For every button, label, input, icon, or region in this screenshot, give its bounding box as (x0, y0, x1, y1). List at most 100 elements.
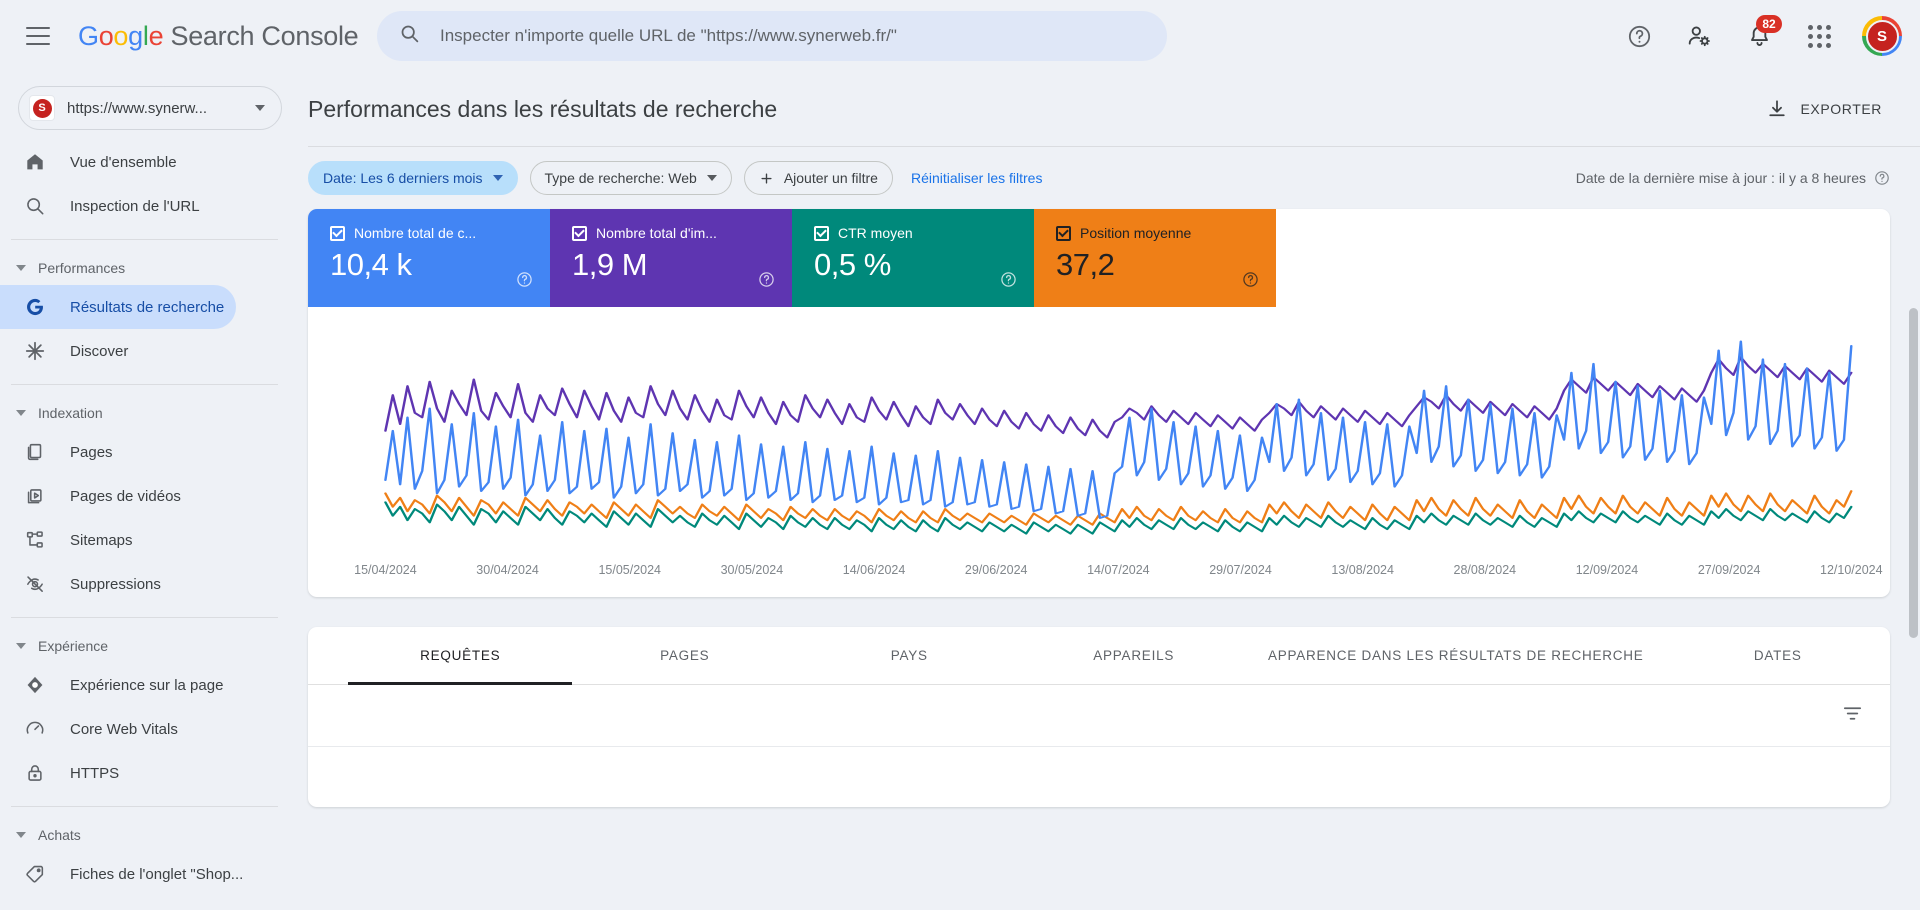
sidebar-item-pages[interactable]: Pages (0, 430, 236, 474)
sidebar-item-label: Pages de vidéos (70, 487, 181, 505)
metric-card-ctr-moyen[interactable]: CTR moyen 0,5 % (792, 209, 1034, 307)
url-inspection-search[interactable]: Inspecter n'importe quelle URL de "https… (377, 11, 1167, 61)
dimension-tabs-card: REQUÊTES PAGES PAYS APPAREILS APPARENCE DANS… (308, 627, 1890, 807)
metric-label-row: Position moyenne (1056, 225, 1258, 241)
search-type-filter-chip[interactable]: Type de recherche: Web (529, 161, 732, 195)
page-header: Performances dans les résultats de reche… (300, 72, 1920, 146)
sidebar-item-sitemaps[interactable]: Sitemaps (0, 518, 236, 562)
apps-grid-icon[interactable] (1802, 19, 1836, 53)
app-brand: Google Search Console (78, 20, 359, 52)
property-favicon-icon: S (29, 95, 55, 121)
sidebar-item-label: Discover (70, 342, 129, 360)
sidebar-item-label: Sitemaps (70, 531, 133, 549)
chevron-down-icon (706, 175, 717, 181)
checkbox-checked-icon[interactable] (330, 225, 345, 241)
sidebar-item-discover[interactable]: Discover (0, 329, 236, 373)
video-pages-icon (22, 485, 48, 507)
metric-value: 0,5 % (814, 247, 891, 282)
help-icon[interactable] (1622, 19, 1656, 53)
help-icon[interactable] (758, 271, 775, 293)
sidebar-item-inspection-de-l-url[interactable]: Inspection de l'URL (0, 184, 236, 228)
tab-appareils[interactable]: APPAREILS (1021, 627, 1245, 685)
discover-star-icon (22, 340, 48, 362)
metric-label-row: Nombre total de c... (330, 225, 532, 241)
metric-label: CTR moyen (838, 225, 913, 241)
scrollbar-thumb[interactable] (1909, 308, 1918, 638)
metric-card-position-moyenne[interactable]: Position moyenne 37,2 (1034, 209, 1276, 307)
sidebar-divider (11, 239, 278, 240)
chevron-down-icon (16, 265, 26, 271)
tab-label: PAYS (890, 648, 928, 663)
sidebar-group-exp-rience[interactable]: Expérience (0, 629, 300, 663)
property-url-label: https://www.synerw... (67, 99, 208, 117)
add-filter-chip[interactable]: Ajouter un filtre (743, 161, 893, 195)
account-settings-icon[interactable] (1682, 19, 1716, 53)
sidebar-nav: Vue d'ensemble Inspection de l'URL Perform… (0, 140, 300, 896)
x-axis-tick-label: 30/04/2024 (476, 563, 539, 577)
tab-dates[interactable]: DATES (1666, 627, 1890, 685)
sidebar-item-vue-d-ensemble[interactable]: Vue d'ensemble (0, 140, 236, 184)
metric-label: Nombre total de c... (354, 225, 477, 241)
sidebar-item-exp-rience-sur-la-page[interactable]: Expérience sur la page (0, 663, 236, 707)
speedometer-icon (22, 718, 48, 740)
eye-off-icon (22, 573, 48, 595)
help-icon (1875, 171, 1889, 185)
export-button-label: EXPORTER (1800, 101, 1882, 117)
main-scrollbar[interactable] (1909, 308, 1918, 910)
filter-bar: Date: Les 6 derniers mois Type de recher… (300, 147, 1920, 209)
date-filter-label: Date: Les 6 derniers mois (323, 170, 483, 186)
metric-label-row: CTR moyen (814, 225, 1016, 241)
google-logo: Google (78, 20, 164, 51)
sidebar-group-performances[interactable]: Performances (0, 251, 300, 285)
checkbox-checked-icon[interactable] (1056, 225, 1071, 241)
help-icon[interactable] (516, 271, 533, 293)
tabs-body (308, 685, 1890, 747)
checkbox-checked-icon[interactable] (572, 225, 587, 241)
avatar-initial: S (1865, 19, 1899, 53)
sidebar-item-core-web-vitals[interactable]: Core Web Vitals (0, 707, 236, 751)
x-axis-tick-label: 27/09/2024 (1697, 563, 1761, 577)
sidebar-item-r-sultats-de-recherche[interactable]: Résultats de recherche (0, 285, 236, 329)
dimension-tabs: REQUÊTES PAGES PAYS APPAREILS APPARENCE DANS… (308, 627, 1890, 685)
tab-pays[interactable]: PAYS (797, 627, 1021, 685)
help-icon[interactable] (1000, 271, 1017, 293)
sidebar-item-suppressions[interactable]: Suppressions (0, 562, 236, 606)
avatar[interactable]: S (1862, 16, 1902, 56)
sidebar-item-https[interactable]: HTTPS (0, 751, 236, 795)
hamburger-menu-icon[interactable] (26, 27, 50, 45)
x-axis-tick-label: 29/06/2024 (964, 563, 1028, 577)
date-filter-chip[interactable]: Date: Les 6 derniers mois (308, 161, 518, 195)
sidebar-item-label: Pages (70, 443, 113, 461)
tab-label: PAGES (660, 648, 710, 663)
sidebar-item-fiches-de-l-onglet-shop[interactable]: Fiches de l'onglet "Shop... (0, 852, 243, 896)
checkbox-checked-icon[interactable] (814, 225, 829, 241)
google-g-icon (22, 296, 48, 318)
tab-pages[interactable]: PAGES (572, 627, 796, 685)
sidebar-group-label: Achats (38, 827, 81, 843)
filter-list-icon[interactable] (1841, 702, 1864, 730)
tab-apparence-dans-les-r-sultats-de-recherche[interactable]: APPARENCE DANS LES RÉSULTATS DE RECHERCH… (1246, 627, 1666, 685)
sidebar-item-label: Suppressions (70, 575, 161, 593)
sidebar-divider (11, 806, 278, 807)
metric-card-nombre-total-de-c[interactable]: Nombre total de c... 10,4 k (308, 209, 550, 307)
performance-chart-plot: 15/04/2024 30/04/2024 15/05/2024 30/05/2024… (308, 307, 1890, 597)
sidebar-item-pages-de-vid-os[interactable]: Pages de vidéos (0, 474, 236, 518)
property-selector[interactable]: S https://www.synerw... (18, 86, 282, 130)
x-axis-tick-label: 14/06/2024 (842, 563, 906, 577)
x-axis-tick-label: 13/08/2024 (1331, 563, 1394, 577)
search-type-filter-label: Type de recherche: Web (544, 170, 697, 186)
sidebar-group-label: Performances (38, 260, 126, 276)
notifications-bell-icon[interactable]: 82 (1742, 15, 1782, 53)
metric-card-nombre-total-d-im[interactable]: Nombre total d'im... 1,9 M (550, 209, 792, 307)
metric-label-row: Nombre total d'im... (572, 225, 774, 241)
export-button[interactable]: EXPORTER (1766, 98, 1882, 120)
tab-label: APPARENCE DANS LES RÉSULTATS DE RECHERCH… (1267, 648, 1644, 663)
tab-requ-tes[interactable]: REQUÊTES (348, 627, 573, 685)
top-icon-cluster: 82 S (1622, 0, 1902, 72)
sidebar-group-achats[interactable]: Achats (0, 818, 300, 852)
add-filter-label: Ajouter un filtre (783, 170, 878, 186)
sidebar-group-indexation[interactable]: Indexation (0, 396, 300, 430)
reset-filters-link[interactable]: Réinitialiser les filtres (911, 170, 1042, 186)
help-icon[interactable] (1242, 271, 1259, 293)
chevron-down-icon (492, 175, 503, 181)
